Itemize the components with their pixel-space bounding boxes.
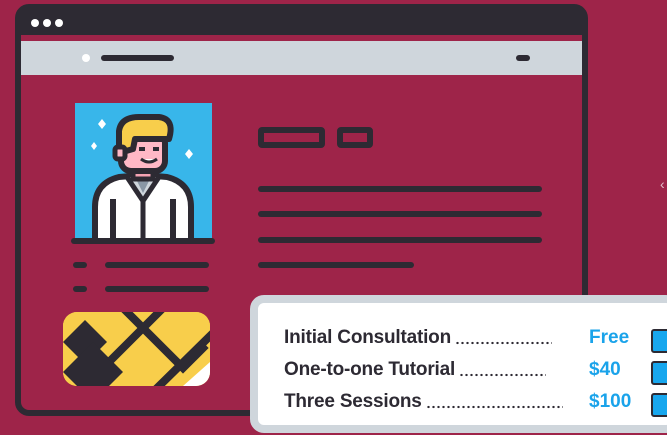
checkbox-icon[interactable] [651, 393, 667, 417]
sidebar-text-line [105, 262, 209, 268]
photo-frame-base [71, 238, 215, 244]
price-label: Initial Consultation [284, 327, 451, 348]
sidebar-bullet [73, 286, 87, 292]
tag-button[interactable] [337, 127, 373, 148]
checkbox-icon[interactable] [651, 329, 667, 353]
content-text-line [258, 211, 542, 217]
map-thumbnail[interactable] [63, 312, 210, 386]
price-value: $100 [589, 391, 632, 412]
map-icon [63, 312, 210, 386]
tag-button[interactable] [258, 127, 325, 148]
price-row[interactable]: One-to-one Tutorial $40 [284, 355, 667, 385]
content-text-line [258, 262, 414, 268]
address-bar-dot-icon [82, 54, 90, 62]
sidebar-bullet [73, 262, 87, 268]
price-value: Free [589, 327, 630, 348]
price-label: One-to-one Tutorial [284, 359, 456, 380]
profile-photo [75, 103, 212, 241]
price-value: $40 [589, 359, 621, 380]
window-control-dot[interactable] [31, 19, 39, 27]
sidebar-text-line [105, 286, 209, 292]
content-text-line [258, 237, 542, 243]
window-titlebar [21, 10, 582, 35]
menu-icon[interactable] [516, 55, 530, 61]
window-control-dot[interactable] [43, 19, 51, 27]
address-bar[interactable] [21, 41, 582, 75]
price-row[interactable]: Three Sessions $100 [284, 387, 667, 417]
price-label: Three Sessions [284, 391, 422, 412]
dot-leader [459, 373, 547, 377]
content-text-line [258, 186, 542, 192]
dot-leader [425, 405, 563, 409]
checkbox-icon[interactable] [651, 361, 667, 385]
pricing-card: Initial Consultation Free One-to-one Tut… [250, 295, 667, 433]
person-avatar-icon [91, 114, 194, 241]
dot-leader [455, 341, 552, 345]
chevron-left-icon: ‹ [660, 176, 665, 192]
window-control-dot[interactable] [55, 19, 63, 27]
price-row[interactable]: Initial Consultation Free [284, 323, 667, 353]
address-bar-text-placeholder [101, 55, 174, 61]
